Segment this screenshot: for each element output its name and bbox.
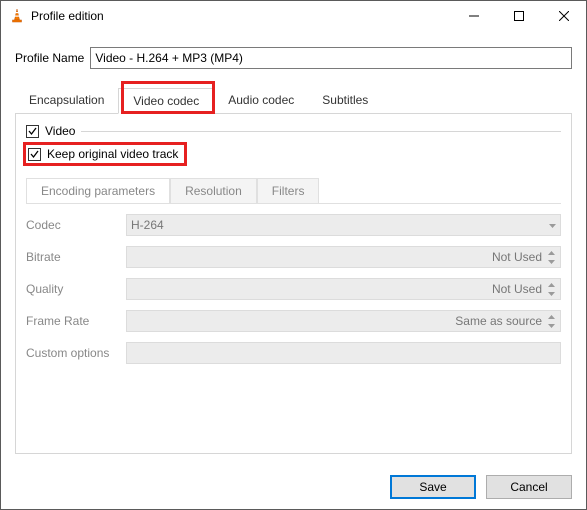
bitrate-spinner[interactable]: Not Used	[126, 246, 561, 268]
video-checkbox-row: Video	[26, 124, 561, 138]
encoding-subtabs: Encoding parameters Resolution Filters	[26, 178, 561, 204]
encoding-parameters-panel: Codec H-264 Bitrate Not Used Quality	[26, 204, 561, 364]
subtab-resolution[interactable]: Resolution	[170, 178, 257, 203]
framerate-label: Frame Rate	[26, 314, 126, 328]
tab-encapsulation[interactable]: Encapsulation	[15, 88, 118, 114]
framerate-spinner[interactable]: Same as source	[126, 310, 561, 332]
framerate-value: Same as source	[455, 314, 542, 328]
codec-label: Codec	[26, 218, 126, 232]
custom-options-input[interactable]	[126, 342, 561, 364]
tab-subtitles[interactable]: Subtitles	[308, 88, 382, 114]
quality-value: Not Used	[492, 282, 542, 296]
save-button-label: Save	[419, 480, 446, 494]
bitrate-label: Bitrate	[26, 250, 126, 264]
window-controls	[451, 1, 586, 31]
bitrate-value: Not Used	[492, 250, 542, 264]
dialog-buttons: Save Cancel	[390, 475, 572, 499]
keep-original-checkbox[interactable]	[28, 148, 41, 161]
profile-name-input[interactable]	[90, 47, 572, 69]
subtab-filters[interactable]: Filters	[257, 178, 320, 203]
spinner-icon	[544, 312, 558, 330]
minimize-button[interactable]	[451, 1, 496, 31]
video-checkbox[interactable]	[26, 125, 39, 138]
main-tabs: Encapsulation Video codec Audio codec Su…	[15, 87, 572, 114]
keep-original-label: Keep original video track	[47, 147, 178, 161]
custom-options-label: Custom options	[26, 346, 126, 360]
save-button[interactable]: Save	[390, 475, 476, 499]
video-codec-panel: Video Keep original video track Encoding…	[15, 114, 572, 454]
close-button[interactable]	[541, 1, 586, 31]
tab-video-codec[interactable]: Video codec	[118, 88, 214, 114]
quality-spinner[interactable]: Not Used	[126, 278, 561, 300]
vlc-cone-icon	[9, 8, 25, 24]
subtab-encoding-parameters[interactable]: Encoding parameters	[26, 178, 170, 203]
window-title: Profile edition	[31, 9, 451, 23]
codec-combo[interactable]: H-264	[126, 214, 561, 236]
cancel-button-label: Cancel	[510, 480, 547, 494]
codec-value: H-264	[131, 218, 164, 232]
profile-name-row: Profile Name	[15, 47, 572, 69]
highlight-keep-original: Keep original video track	[23, 142, 187, 166]
maximize-button[interactable]	[496, 1, 541, 31]
titlebar: Profile edition	[1, 1, 586, 31]
tab-audio-codec[interactable]: Audio codec	[214, 88, 308, 114]
cancel-button[interactable]: Cancel	[486, 475, 572, 499]
fieldset-divider	[81, 131, 561, 132]
spinner-icon	[544, 248, 558, 266]
quality-label: Quality	[26, 282, 126, 296]
chevron-down-icon	[549, 218, 556, 232]
video-checkbox-label: Video	[45, 124, 75, 138]
spinner-icon	[544, 280, 558, 298]
profile-name-label: Profile Name	[15, 51, 84, 65]
